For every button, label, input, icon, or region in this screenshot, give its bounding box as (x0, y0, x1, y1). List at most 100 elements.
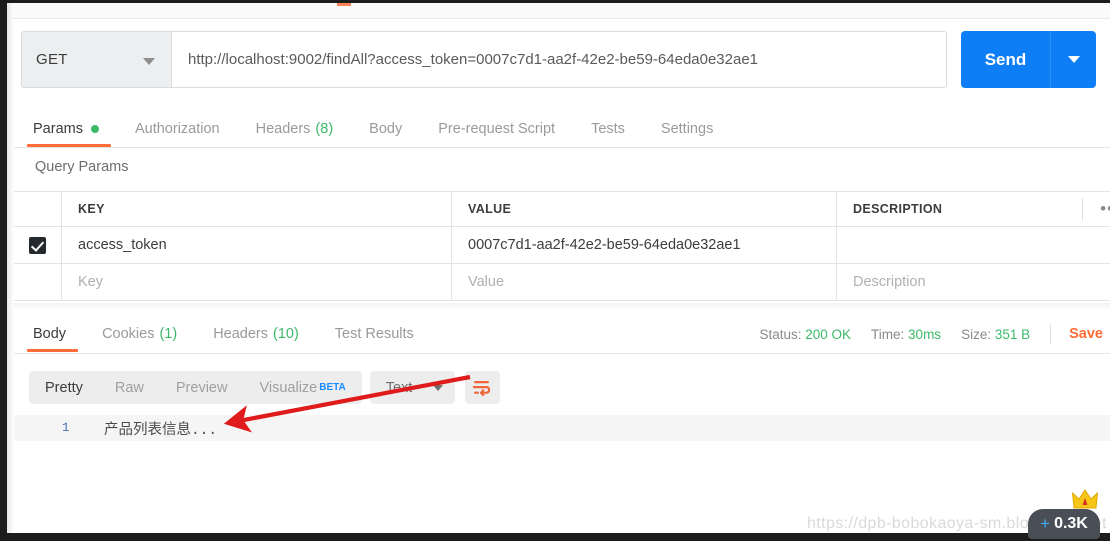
active-tab-indicator (337, 3, 351, 6)
tab-authorization[interactable]: Authorization (117, 110, 238, 147)
tab-headers-label: Headers (255, 120, 311, 137)
query-params-title: Query Params (35, 159, 129, 175)
row-key-cell[interactable]: access_token (62, 227, 452, 263)
header-divider (1082, 198, 1083, 221)
row-value-cell[interactable]: 0007c7d1-aa2f-42e2-be59-64eda0e32ae1 (452, 227, 837, 263)
tab-pre-request-script[interactable]: Pre-request Script (420, 110, 573, 147)
status-label: Status: (759, 326, 802, 342)
response-tab-headers-count: (10) (273, 325, 299, 342)
size-badge: Size: 351 B (961, 327, 1030, 342)
url-text: http://localhost:9002/findAll?access_tok… (188, 51, 759, 68)
beta-badge: BETA (319, 382, 346, 393)
view-mode-group: Pretty Raw Preview Visualize BETA (29, 371, 362, 404)
response-body-text: 产品列表信息... (104, 423, 218, 439)
row-value-value: 0007c7d1-aa2f-42e2-be59-64eda0e32ae1 (468, 237, 741, 253)
response-tab-body[interactable]: Body (21, 315, 84, 352)
response-tab-test-results[interactable]: Test Results (317, 315, 432, 352)
header-checkbox-cell (14, 192, 62, 226)
screen-root: GET http://localhost:9002/findAll?access… (0, 0, 1110, 541)
tab-headers[interactable]: Headers (8) (238, 110, 352, 147)
view-visualize-button[interactable]: Visualize BETA (243, 371, 361, 404)
send-button[interactable]: Send (961, 31, 1050, 88)
send-options-button[interactable] (1050, 31, 1096, 88)
view-visualize-label: Visualize (259, 379, 318, 396)
view-preview-button[interactable]: Preview (160, 371, 244, 404)
row-checkbox-cell (14, 227, 62, 263)
like-count: 0.3K (1054, 515, 1088, 532)
response-meta: Status: 200 OK Time: 30ms Size: 351 B Sa… (759, 315, 1103, 353)
response-tab-test-results-label: Test Results (334, 325, 414, 342)
header-value-cell: VALUE (452, 192, 837, 226)
tab-body[interactable]: Body (351, 110, 420, 147)
response-body-toolbar: Pretty Raw Preview Visualize BETA Text (29, 371, 500, 404)
response-tab-headers-label: Headers (213, 325, 268, 342)
tab-body-label: Body (369, 120, 403, 137)
empty-key-cell[interactable]: Key (62, 264, 452, 300)
send-button-group: Send (961, 31, 1096, 88)
row-description-cell[interactable] (837, 227, 1110, 263)
url-bar: GET http://localhost:9002/findAll?access… (21, 31, 1096, 88)
header-description-label: DESCRIPTION (853, 202, 943, 216)
header-description-cell: DESCRIPTION ••• (837, 192, 1110, 226)
empty-checkbox-cell (14, 264, 62, 300)
ellipsis-icon[interactable]: ••• (1100, 199, 1110, 219)
status-badge: Status: 200 OK (759, 327, 851, 342)
url-input[interactable]: http://localhost:9002/findAll?access_tok… (171, 31, 947, 88)
size-label: Size: (961, 326, 992, 342)
like-counter-widget[interactable]: + 0.3K (1028, 509, 1100, 539)
size-value: 351 B (994, 326, 1031, 342)
empty-value-cell[interactable]: Value (452, 264, 837, 300)
tab-tests[interactable]: Tests (573, 110, 643, 147)
response-tab-cookies-label: Cookies (102, 325, 155, 342)
chevron-down-icon (432, 384, 443, 391)
tab-pre-request-script-label: Pre-request Script (438, 120, 556, 137)
word-wrap-icon (472, 380, 490, 396)
tab-settings[interactable]: Settings (643, 110, 731, 147)
response-tabs-divider (14, 353, 1110, 354)
response-tab-body-label: Body (33, 325, 67, 342)
response-tab-cookies-count: (1) (159, 325, 178, 342)
header-key-label: KEY (78, 202, 105, 216)
response-format-label: Text (385, 379, 413, 396)
tab-settings-label: Settings (660, 120, 714, 137)
crown-icon (1072, 489, 1098, 509)
http-method-label: GET (36, 51, 68, 68)
response-tab-cookies[interactable]: Cookies (1) (84, 315, 195, 352)
view-pretty-button[interactable]: Pretty (29, 371, 99, 404)
table-bottom-shadow (14, 303, 1110, 310)
tab-strip (7, 3, 1110, 19)
empty-value-placeholder: Value (468, 274, 505, 290)
tab-authorization-label: Authorization (134, 120, 220, 137)
tab-headers-count: (8) (315, 120, 334, 137)
postman-window: GET http://localhost:9002/findAll?access… (7, 3, 1110, 533)
response-tabs: Body Cookies (1) Headers (10) Test Resul… (21, 315, 432, 353)
table-row-empty: Key Value Description (14, 264, 1110, 301)
word-wrap-button[interactable] (464, 371, 500, 404)
status-value: 200 OK (805, 326, 852, 342)
time-value: 30ms (908, 326, 942, 342)
empty-description-placeholder: Description (853, 274, 926, 290)
header-key-cell: KEY (62, 192, 452, 226)
tab-tests-label: Tests (591, 120, 625, 137)
row-checkbox[interactable] (29, 236, 46, 254)
empty-description-cell[interactable]: Description (837, 264, 1110, 300)
chevron-down-icon (1067, 56, 1080, 63)
table-row: access_token 0007c7d1-aa2f-42e2-be59-64e… (14, 227, 1110, 264)
time-label: Time: (871, 326, 905, 342)
header-value-label: VALUE (468, 202, 512, 216)
chevron-down-icon (143, 57, 155, 65)
save-response-button[interactable]: Save (1069, 326, 1103, 342)
view-raw-button[interactable]: Raw (99, 371, 160, 404)
window-left-edge (7, 3, 13, 533)
plus-icon: + (1040, 514, 1051, 533)
http-method-select[interactable]: GET (21, 31, 171, 88)
meta-divider (1050, 324, 1052, 344)
empty-key-placeholder: Key (78, 274, 103, 290)
response-body-area[interactable]: 1 产品列表信息... (14, 409, 1110, 449)
response-format-select[interactable]: Text (369, 371, 455, 404)
tabs-divider (14, 147, 1110, 148)
tab-params[interactable]: Params (21, 110, 117, 147)
tab-params-label: Params (33, 120, 83, 137)
response-tab-headers[interactable]: Headers (10) (195, 315, 317, 352)
request-tabs: Params Authorization Headers (8) Body Pr… (21, 110, 1110, 147)
